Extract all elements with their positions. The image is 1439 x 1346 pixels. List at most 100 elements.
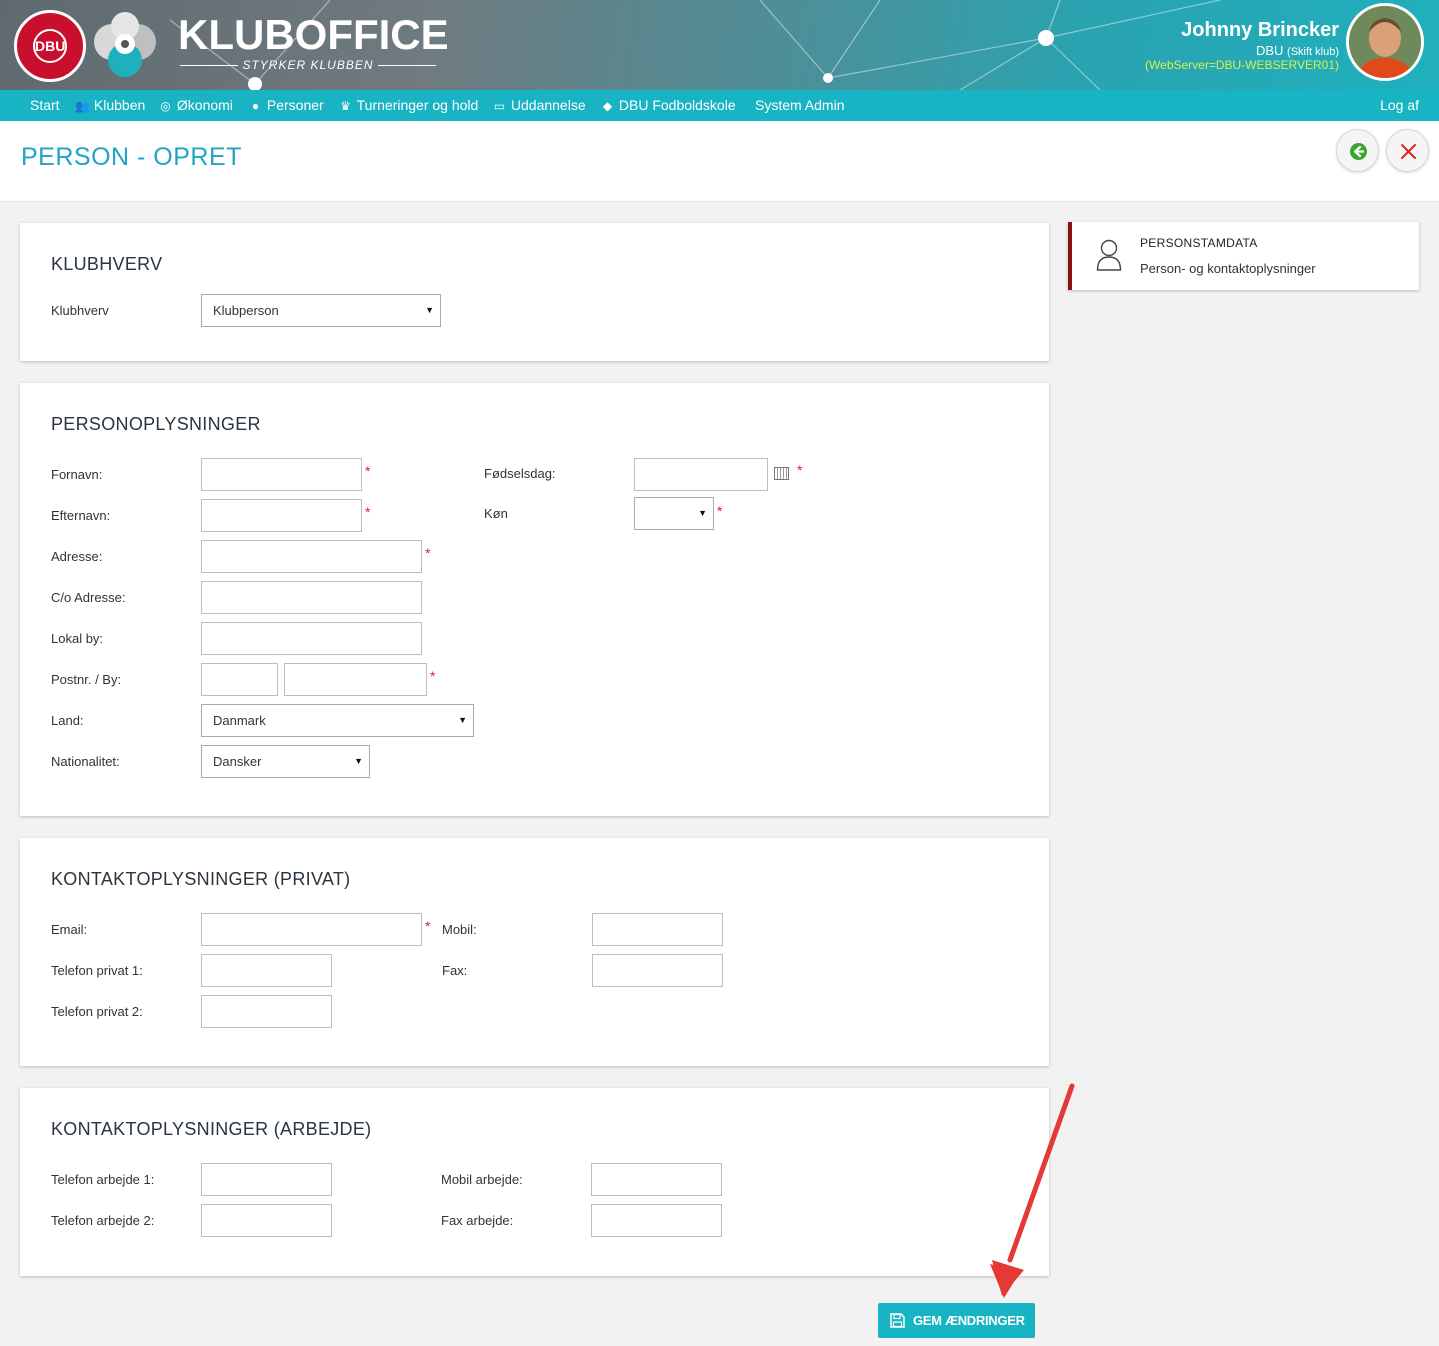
efternavn-label: Efternavn: [51,508,111,523]
mobil-arbejde-input[interactable] [591,1163,722,1196]
nav-label: Klubben [93,97,146,113]
mobil-arbejde-label: Mobil arbejde: [441,1172,523,1187]
save-button[interactable]: GEM ÆNDRINGER [878,1303,1035,1338]
app-brand-name: KLUBOFFICE [178,11,449,58]
nav-personer[interactable]: ● Personer [248,97,324,113]
by-input[interactable] [284,663,427,696]
telefon-privat-2-input[interactable] [201,995,332,1028]
telefon-privat-2-label: Telefon privat 2: [51,1004,143,1019]
mobil-input[interactable] [592,913,723,946]
back-button[interactable] [1336,129,1379,172]
fornavn-input[interactable] [201,458,362,491]
adresse-input[interactable] [201,540,422,573]
section-heading: PERSONOPLYSNINGER [51,414,261,434]
land-label: Land: [51,713,84,728]
logout-link[interactable]: Log af [1380,97,1419,113]
personoplysninger-section: PERSONOPLYSNINGER Fornavn: * Efternavn: … [20,383,1049,816]
telefon-privat-1-label: Telefon privat 1: [51,963,143,978]
fax-arbejde-label: Fax arbejde: [441,1213,514,1228]
efternavn-input[interactable] [201,499,362,532]
fax-arbejde-input[interactable] [591,1204,722,1237]
avatar[interactable] [1346,3,1424,81]
webserver-info: (WebServer=DBU-WEBSERVER01) [1145,58,1339,72]
required-marker: * [425,545,431,561]
section-heading: KLUBHVERV [51,254,163,274]
nav-label: Turneringer og hold [356,97,479,113]
chevron-down-icon: ▼ [425,305,434,315]
avatar-image [1349,6,1421,78]
fax-label: Fax: [442,963,468,978]
telefon-arbejde-1-label: Telefon arbejde 1: [51,1172,155,1187]
required-marker: * [430,668,436,684]
user-name[interactable]: Johnny Brincker [1181,19,1339,42]
foedselsdag-input[interactable] [634,458,768,491]
email-field[interactable] [201,913,422,946]
card-title: PERSONSTAMDATA [1140,236,1258,250]
nav-start[interactable]: Start [30,97,60,113]
kluboffice-logo-icon [94,12,156,77]
nav-label: Start [30,97,60,113]
nav-label: DBU Fodboldskole [618,97,736,113]
main-nav: Start 👥 Klubben ◎ Økonomi ● Personer ♛ T… [0,90,1439,121]
close-icon [1401,144,1416,159]
dbu-logo[interactable]: DBU [14,10,86,82]
koen-label: Køn [484,506,508,521]
koen-select[interactable]: ▼ [634,497,714,530]
chevron-down-icon: ▼ [354,756,363,766]
annotation-arrow [990,1083,1075,1298]
nav-fodboldskole[interactable]: ◆ DBU Fodboldskole [600,97,736,113]
co-adresse-input[interactable] [201,581,422,614]
app-header: DBU KLUBOFFICE STYRKER KLUBBEN Johnny Br… [0,0,1439,90]
user-club: DBU (Skift klub) [1256,43,1339,58]
close-button[interactable] [1386,129,1429,172]
fax-input[interactable] [592,954,723,987]
user-outline-icon [1096,239,1122,271]
telefon-privat-1-input[interactable] [201,954,332,987]
save-button-label: GEM ÆNDRINGER [913,1313,1025,1328]
nationalitet-value: Dansker [213,754,262,769]
presentation-icon: ▭ [493,99,506,113]
page-title: PERSON - OPRET [21,143,242,171]
page-header: PERSON - OPRET [0,121,1439,202]
chevron-down-icon: ▼ [698,508,707,518]
klubhverv-label: Klubhverv [51,303,109,318]
land-select[interactable]: Danmark ▼ [201,704,474,737]
switch-club-link[interactable]: (Skift klub) [1287,46,1339,58]
nav-uddannelse[interactable]: ▭ Uddannelse [492,97,586,113]
klubhverv-section: KLUBHVERV Klubhverv Klubperson ▼ [20,223,1049,361]
card-subtitle: Person- og kontaktoplysninger [1140,261,1316,276]
kontakt-arbejde-section: KONTAKTOPLYSNINGER (ARBEJDE) Telefon arb… [20,1088,1049,1276]
nav-klubben[interactable]: 👥 Klubben [75,97,145,113]
calendar-icon[interactable] [774,467,789,480]
adresse-label: Adresse: [51,549,103,564]
coin-icon: ◎ [160,99,171,113]
nav-label: Økonomi [176,97,233,113]
people-icon: 👥 [75,99,90,113]
klubhverv-select[interactable]: Klubperson ▼ [201,294,441,327]
telefon-arbejde-2-input[interactable] [201,1204,332,1237]
postnr-input[interactable] [201,663,278,696]
fornavn-label: Fornavn: [51,467,103,482]
co-adresse-label: C/o Adresse: [51,590,126,605]
telefon-arbejde-2-label: Telefon arbejde 2: [51,1213,155,1228]
lokal-by-input[interactable] [201,622,422,655]
nav-label: System Admin [755,97,845,113]
personstamdata-card[interactable]: PERSONSTAMDATA Person- og kontaktoplysni… [1068,222,1419,290]
floppy-disk-icon [890,1313,905,1328]
telefon-arbejde-1-input[interactable] [201,1163,332,1196]
chevron-down-icon: ▼ [458,715,467,725]
section-heading: KONTAKTOPLYSNINGER (ARBEJDE) [51,1119,372,1139]
nav-okonomi[interactable]: ◎ Økonomi [158,97,233,113]
required-marker: * [717,503,723,519]
nav-label: Uddannelse [510,97,586,113]
nav-turneringer[interactable]: ♛ Turneringer og hold [338,97,478,113]
nav-label: Personer [266,97,324,113]
required-marker: * [365,463,371,479]
graduation-cap-icon: ◆ [602,99,613,113]
kontakt-privat-section: KONTAKTOPLYSNINGER (PRIVAT) Email: * Tel… [20,838,1049,1066]
nationalitet-label: Nationalitet: [51,754,120,769]
nav-system-admin[interactable]: System Admin [755,97,844,113]
nationalitet-select[interactable]: Dansker ▼ [201,745,370,778]
email-label: Email: [51,922,88,937]
person-icon: ● [251,99,260,113]
